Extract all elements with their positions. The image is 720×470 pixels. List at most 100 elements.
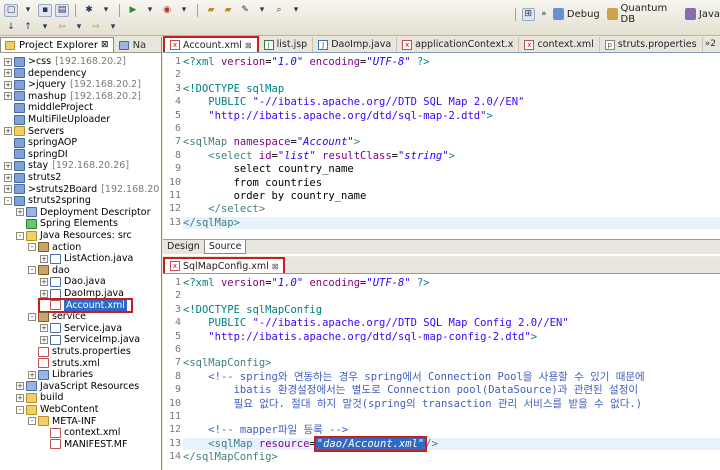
tree-item[interactable]: + Dao.java (40, 276, 110, 287)
open-type-icon[interactable]: ▰ (221, 4, 235, 17)
code-line[interactable]: PUBLIC "-//ibatis.apache.org//DTD SQL Ma… (183, 96, 524, 108)
tree-item[interactable]: + mashup [192.168.20.2] (4, 91, 141, 102)
tab-design[interactable]: Design (163, 240, 204, 254)
save-icon[interactable]: ▪ (38, 3, 52, 17)
tree-item[interactable]: Spring Elements (16, 218, 122, 229)
tree-item[interactable]: middleProject (4, 102, 97, 113)
expand-toggle-icon[interactable]: + (40, 254, 48, 263)
code-line[interactable]: 필요 없다. 절대 하지 말것(spring의 transaction 관리 서… (183, 398, 643, 410)
tree-item[interactable]: + Service.java (40, 323, 126, 334)
dropdown-arrow-icon[interactable]: ▾ (72, 21, 86, 34)
code-line[interactable]: ibatis 환경설정에서는 별도로 Connection pool(DataS… (183, 384, 638, 396)
collapse-toggle-icon[interactable]: - (28, 312, 36, 321)
dropdown-arrow-icon[interactable]: ▾ (143, 4, 157, 17)
tab-source[interactable]: Source (203, 240, 247, 254)
tree-item[interactable]: - META-INF (28, 416, 100, 427)
external-tools-icon[interactable]: ◉ (160, 4, 174, 17)
tree-item[interactable]: struts.xml (28, 358, 104, 369)
tree-item[interactable]: + ListAction.java (40, 253, 137, 264)
perspective-quantum-db[interactable]: Quantum DB (621, 3, 679, 25)
next-annotation-icon[interactable]: ↓ (4, 21, 18, 34)
expand-toggle-icon[interactable]: + (4, 185, 12, 194)
print-icon[interactable]: ▤ (55, 3, 69, 17)
expand-toggle-icon[interactable]: + (40, 277, 48, 286)
tree-item[interactable]: + >jquery [192.168.20.2] (4, 79, 141, 90)
expand-toggle-icon[interactable]: + (4, 69, 12, 78)
open-folder-icon[interactable]: ▰ (204, 4, 218, 17)
expand-toggle-icon[interactable]: + (40, 324, 48, 333)
tree-item[interactable]: springDI (4, 149, 72, 160)
editor-tab[interactable]: x applicationContext.x (397, 37, 520, 52)
close-tab-icon[interactable]: ⊠ (245, 41, 252, 50)
tree-item[interactable]: + dependency (4, 68, 91, 79)
tree-item[interactable]: + Deployment Descriptor (16, 207, 154, 218)
editor-tab[interactable]: x Account.xml ⊠ (163, 36, 259, 52)
code-line[interactable]: "http://ibatis.apache.org/dtd/sql-map-2.… (183, 110, 492, 122)
editor-tab[interactable]: J DaoImp.java (313, 37, 398, 52)
code-line[interactable]: <?xml version="1.0" encoding="UTF-8" ?> (183, 277, 430, 289)
tree-item[interactable]: + ServiceImp.java (40, 334, 144, 345)
tree-item[interactable]: + Servers (4, 126, 68, 137)
code-line[interactable]: <!DOCTYPE sqlMap (183, 83, 284, 95)
tree-item[interactable]: springAOP (4, 137, 81, 148)
bug-icon[interactable]: ✱ (82, 4, 96, 17)
expand-toggle-icon[interactable]: + (40, 289, 48, 298)
run-icon[interactable]: ▶ (126, 4, 140, 17)
tree-item[interactable]: + build (16, 392, 67, 403)
expand-toggle-icon[interactable]: + (40, 335, 48, 344)
expand-toggle-icon[interactable]: + (16, 382, 24, 391)
editor-tab[interactable]: p struts.properties (600, 37, 703, 52)
open-perspective-icon[interactable]: ⊞ (521, 7, 535, 21)
code-line[interactable]: <!-- mapper파일 등록 --> (183, 424, 348, 436)
expand-toggle-icon[interactable]: + (16, 393, 24, 402)
tree-item[interactable]: + struts2 (4, 172, 65, 183)
tree-item[interactable]: - action (28, 242, 85, 253)
tab-project-explorer[interactable]: Project Explorer ⊠ (0, 37, 114, 52)
code-line[interactable]: <!-- spring와 연동하는 경우 spring에서 Connection… (183, 371, 644, 383)
code-line[interactable]: <sqlMap resource="dao/Account.xml"/> (183, 435, 720, 452)
code-line[interactable]: select country_name (183, 163, 354, 175)
tree-item[interactable]: - dao (28, 265, 74, 276)
tree-item[interactable]: + Libraries (28, 369, 97, 380)
code-line[interactable]: <?xml version="1.0" encoding="UTF-8" ?> (183, 56, 430, 68)
tree-item[interactable]: struts.properties (28, 346, 135, 357)
tree-item[interactable]: - Java Resources: src (16, 230, 136, 241)
back-arrow-icon[interactable]: ⇦ (55, 21, 69, 34)
editor-tab[interactable]: x context.xml (519, 37, 600, 52)
tree-item[interactable]: - struts2spring (4, 195, 95, 206)
code-line[interactable]: from countries (183, 177, 323, 189)
search-icon[interactable]: ⌕ (272, 4, 286, 17)
dropdown-arrow-icon[interactable]: ▾ (177, 4, 191, 17)
code-line[interactable]: PUBLIC "-//ibatis.apache.org//DTD SQL Ma… (183, 317, 568, 329)
code-line[interactable]: </select> (183, 203, 265, 215)
dropdown-arrow-icon[interactable]: ▾ (99, 4, 113, 17)
new-icon[interactable]: ▢ (4, 3, 18, 17)
perspective-debug[interactable]: Debug (567, 9, 600, 20)
tree-item[interactable]: - service (28, 311, 90, 322)
code-line[interactable]: <select id="list" resultClass="string"> (183, 150, 455, 162)
expand-toggle-icon[interactable]: + (4, 127, 12, 136)
code-line[interactable]: "http://ibatis.apache.org/dtd/sql-map-co… (183, 331, 537, 343)
perspective-java[interactable]: Java (699, 9, 720, 20)
dropdown-arrow-icon[interactable]: ▾ (21, 4, 35, 17)
code-line[interactable]: order by country_name (183, 190, 367, 202)
close-tab-icon[interactable]: ⊠ (272, 262, 279, 271)
tree-item[interactable]: + stay [192.168.20.26] (4, 160, 129, 171)
dropdown-arrow-icon[interactable]: ▾ (106, 21, 120, 34)
collapse-toggle-icon[interactable]: - (28, 266, 36, 275)
tree-item[interactable]: Account.xml (38, 297, 133, 313)
collapse-toggle-icon[interactable]: - (28, 243, 36, 252)
tree-item[interactable]: + >css [192.168.20.2] (4, 56, 126, 67)
tree-item[interactable]: + JavaScript Resources (16, 381, 143, 392)
tree-item[interactable]: MANIFEST.MF (40, 439, 131, 450)
code-line[interactable]: </sqlMapConfig> (183, 451, 278, 463)
code-line[interactable]: <sqlMap namespace="Account"> (183, 136, 360, 148)
expand-toggle-icon[interactable]: + (16, 208, 24, 217)
tree-item[interactable]: + >struts2Board [192.168.20 (4, 184, 159, 195)
pencil-icon[interactable]: ✎ (238, 4, 252, 17)
code-line[interactable]: <sqlMapConfig> (183, 357, 272, 369)
tree-item[interactable]: context.xml (40, 427, 124, 438)
more-tabs-indicator[interactable]: »2 (705, 39, 716, 49)
tree-item[interactable]: - WebContent (16, 404, 103, 415)
dropdown-arrow-icon[interactable]: ▾ (289, 4, 303, 17)
